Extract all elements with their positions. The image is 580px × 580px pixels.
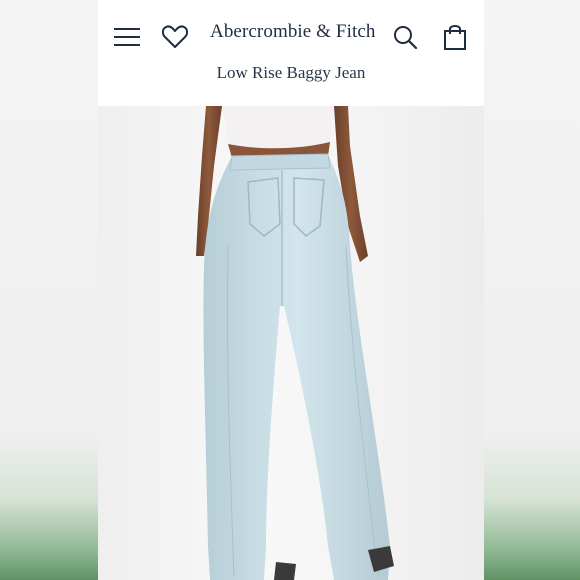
background-right <box>484 0 580 580</box>
background-left <box>0 0 98 580</box>
phone-screen: Abercrombie & Fitch Low Rise Baggy Jean <box>98 0 484 580</box>
hamburger-menu-icon[interactable] <box>112 22 142 52</box>
search-icon[interactable] <box>390 22 420 52</box>
model-wearing-jeans-illustration <box>196 106 394 580</box>
product-image <box>98 106 484 580</box>
site-header: Abercrombie & Fitch Low Rise Baggy Jean <box>98 0 484 106</box>
brand-logo[interactable]: Abercrombie & Fitch <box>210 21 375 43</box>
shopping-bag-icon[interactable] <box>440 22 470 52</box>
heart-icon[interactable] <box>160 22 190 52</box>
product-title: Low Rise Baggy Jean <box>216 63 366 82</box>
